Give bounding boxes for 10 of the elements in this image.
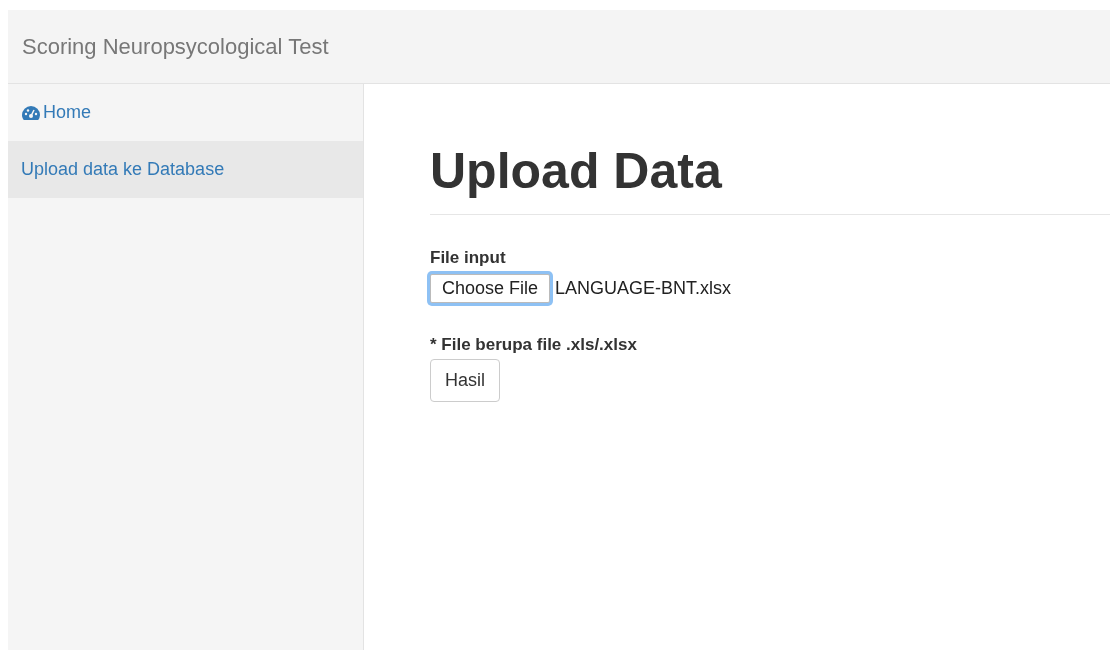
sidebar-item[interactable]: Upload data ke Database xyxy=(8,141,363,198)
app-title: Scoring Neuropsycological Test xyxy=(22,33,329,60)
file-name: LANGUAGE-BNT.xlsx xyxy=(555,278,732,299)
file-type-note: * File berupa file .xls/.xlsx xyxy=(430,335,637,355)
submit-button[interactable]: Hasil xyxy=(430,359,500,402)
field-label: File input xyxy=(430,248,506,268)
choose-file-button[interactable]: Choose File xyxy=(430,274,551,303)
sidebar-item[interactable]: Home xyxy=(8,84,363,141)
page-heading: Upload Data xyxy=(430,142,1110,215)
dashboard-icon xyxy=(21,104,41,121)
